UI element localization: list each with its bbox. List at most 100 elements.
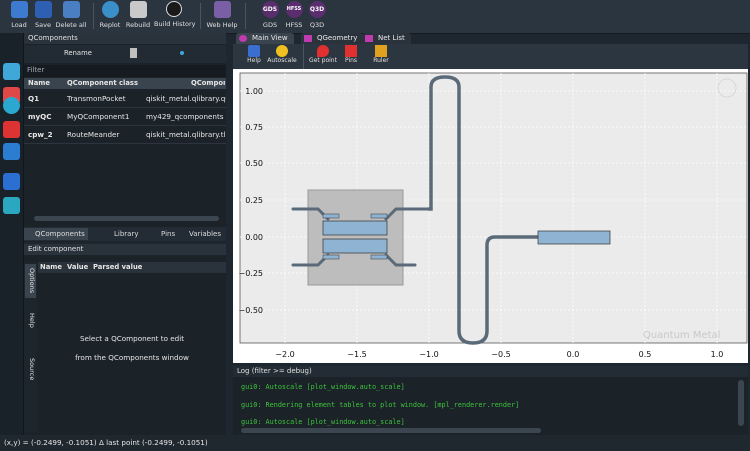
toolbar-separator (93, 3, 94, 29)
autoscale-button[interactable]: Autoscale (267, 45, 297, 64)
select-area-icon[interactable] (3, 173, 20, 190)
delete-all-button[interactable]: Delete all (55, 1, 87, 32)
replot-button[interactable]: Replot (98, 1, 122, 32)
watermark: Quantum Metal (643, 330, 720, 341)
gds-icon: GDS (261, 1, 279, 18)
svg-text:−1.5: −1.5 (347, 350, 366, 359)
ruler-button[interactable]: Ruler (372, 45, 390, 64)
save-button[interactable]: Save (33, 1, 53, 32)
load-button[interactable]: Load (8, 1, 30, 32)
x-tick-labels: −2.0 −1.5 −1.0 −0.5 0.0 0.5 1.0 (275, 350, 723, 359)
svg-text:0.0: 0.0 (567, 350, 580, 359)
qcomponents-panel: QComponents Rename Filter Name QComponen… (24, 33, 226, 242)
column-class[interactable]: QComponent class (67, 78, 142, 89)
pins-icon (345, 45, 357, 57)
trash-icon[interactable] (130, 48, 137, 58)
qcomponents-panel-title: QComponents (24, 33, 226, 44)
filter-input[interactable]: Filter (24, 65, 226, 77)
screenshot-icon[interactable] (3, 197, 20, 214)
side-tab-options[interactable]: Options (25, 264, 36, 298)
plot-canvas[interactable]: Quantum Metal −2.0 −1.5 −1.0 −0.5 0.0 0.5 1… (233, 69, 748, 363)
pins-button[interactable]: Pins (343, 45, 359, 64)
my-qcomponent-rect (537, 230, 611, 245)
build-history-button[interactable]: Build History (154, 1, 196, 32)
plot-toolbar: Help Autoscale Get point Pins Ruler (233, 44, 748, 69)
horizontal-scrollbar[interactable] (241, 428, 541, 433)
replot-icon (101, 1, 119, 18)
tab-pins[interactable]: Pins (150, 228, 178, 240)
log-line: gui0: Rendering element tables to plot w… (241, 401, 520, 409)
layout-plot-svg: Quantum Metal −2.0 −1.5 −1.0 −0.5 0.0 0.5 1… (238, 72, 748, 359)
toolbar-separator (200, 3, 201, 29)
library-icon[interactable] (3, 143, 20, 160)
plugin-icon[interactable] (3, 121, 20, 138)
table-row[interactable]: cpw_2 RouteMeander qiskit_metal.qlibrary… (24, 126, 226, 144)
svg-text:0.5: 0.5 (639, 350, 652, 359)
left-dock-toolbar (0, 33, 24, 435)
folder-icon (10, 1, 28, 18)
hfss-icon: HFSS (285, 1, 303, 18)
qubit-pad-tl (322, 213, 340, 219)
svg-text:−2.0: −2.0 (275, 350, 294, 359)
select-dot-icon[interactable] (180, 51, 184, 55)
svg-text:0.00: 0.00 (245, 233, 263, 242)
history-clock-icon (166, 1, 182, 17)
main-toolbar: Load Save Delete all Replot Rebuild Buil… (0, 0, 750, 34)
qcomponents-tabbar: QComponents Library Pins Variables (24, 227, 226, 241)
svg-text:0.50: 0.50 (245, 159, 263, 168)
ruler-icon (375, 45, 387, 57)
qubit-pad-bl (322, 254, 340, 260)
rename-button[interactable]: Rename (64, 49, 92, 57)
net-list-icon (365, 35, 373, 42)
web-help-button[interactable]: Web Help (206, 1, 238, 32)
log-title: Log (filter >= debug) (233, 366, 748, 377)
status-bar: (x,y) = (-0.2499, -0.1051) Δ last point … (0, 435, 750, 451)
toolbar-separator (245, 3, 246, 29)
tab-main-view[interactable]: Main View (236, 33, 294, 44)
tab-variables[interactable]: Variables (186, 228, 224, 240)
horizontal-scrollbar[interactable] (34, 216, 219, 221)
main-view-icon (239, 35, 247, 42)
rebuild-button[interactable]: Rebuild (125, 1, 151, 32)
qcomponents-actions: Rename (24, 45, 226, 63)
side-tab-source[interactable]: Source (25, 354, 36, 384)
edit-component-panel: Edit component Name Value Parsed value O… (24, 244, 226, 435)
qgeometry-icon (304, 35, 312, 42)
qubit-pad-br (370, 254, 388, 260)
web-help-icon (213, 1, 231, 18)
get-point-button[interactable]: Get point (309, 45, 337, 64)
q3d-button[interactable]: Q3D Q3D (307, 1, 327, 32)
vertical-scrollbar[interactable] (738, 380, 744, 426)
tab-qgeometry[interactable]: QGeometry (301, 33, 364, 44)
svg-text:1.00: 1.00 (245, 87, 263, 96)
floppy-disk-icon (34, 1, 52, 18)
log-panel: Log (filter >= debug) gui0: Autoscale [p… (233, 366, 748, 435)
column-name[interactable]: Name (28, 78, 64, 89)
thumbs-up-icon[interactable] (3, 63, 20, 80)
tab-net-list[interactable]: Net List (362, 33, 411, 44)
table-row[interactable]: myQC MyQComponent1 my429_qcomponents (24, 108, 226, 126)
qubit-pad-top (322, 220, 388, 236)
trash-icon (62, 1, 80, 18)
tab-qcomponents[interactable]: QComponents (24, 228, 88, 240)
hfss-button[interactable]: HFSS HFSS (284, 1, 304, 32)
tools-icon (129, 1, 147, 18)
gds-button[interactable]: GDS GDS (260, 1, 280, 32)
svg-text:−1.0: −1.0 (419, 350, 438, 359)
side-tab-help[interactable]: Help (25, 308, 36, 332)
qubit-pad-bottom (322, 238, 388, 254)
table-row[interactable]: Q1 TransmonPocket qiskit_metal.qlibrary.… (24, 90, 226, 108)
edit-table-header: Name Value Parsed value (38, 262, 226, 273)
svg-text:−0.25: −0.25 (238, 269, 263, 278)
qubit-pocket (307, 189, 404, 286)
log-line: gui0: Autoscale [plot_window.auto_scale] (241, 418, 405, 426)
help-button[interactable]: Help (245, 45, 263, 64)
edit-panel-title: Edit component (24, 244, 226, 255)
svg-text:1.0: 1.0 (711, 350, 724, 359)
svg-text:0.25: 0.25 (245, 196, 263, 205)
q3d-icon: Q3D (308, 1, 326, 18)
tab-library[interactable]: Library (103, 228, 141, 240)
autoscale-icon (276, 45, 288, 57)
function-icon[interactable] (3, 97, 20, 114)
column-module[interactable]: QCompone (191, 78, 225, 89)
